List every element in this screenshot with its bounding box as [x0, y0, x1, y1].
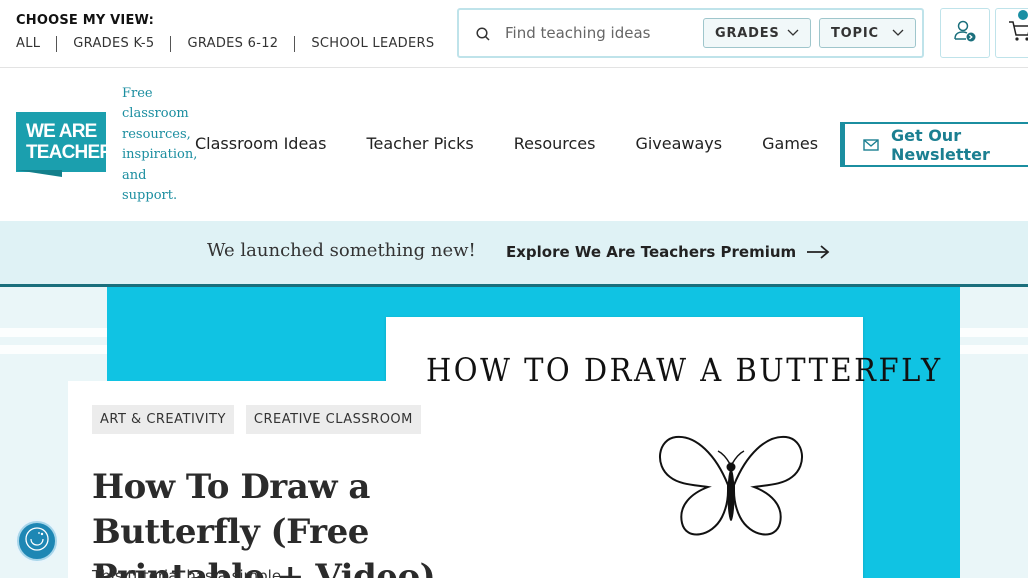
user-account-icon [953, 19, 977, 47]
premium-link[interactable]: Explore We Are Teachers Premium [506, 243, 830, 261]
nav-teacher-picks[interactable]: Teacher Picks [366, 134, 473, 153]
article-tags: ART & CREATIVITY CREATIVE CLASSROOM [92, 405, 433, 434]
mail-icon [863, 138, 879, 151]
logo-line-1: WE ARE [26, 121, 97, 142]
grades-filter-dropdown[interactable]: GRADES [703, 18, 811, 48]
promo-text: We launched something new! [207, 240, 476, 261]
article-hero-section: HOW TO DRAW A BUTTERFLY ART & CREATIVITY… [0, 287, 1028, 578]
nav-giveaways[interactable]: Giveaways [635, 134, 722, 153]
tag-art-creativity[interactable]: ART & CREATIVITY [92, 405, 234, 434]
search-bar: GRADES TOPIC [457, 8, 924, 58]
main-navigation: WE ARE TEACHERS Free classroom resources… [0, 68, 1028, 221]
article-header-card: ART & CREATIVITY CREATIVE CLASSROOM How … [68, 381, 553, 578]
topic-filter-label: TOPIC [831, 25, 879, 41]
cart-count-badge [1018, 10, 1028, 20]
view-selector: ALL GRADES K-5 GRADES 6-12 SCHOOL LEADER… [16, 36, 450, 52]
promo-banner: We launched something new! Explore We Ar… [0, 221, 1028, 287]
topic-filter-dropdown[interactable]: TOPIC [819, 18, 916, 48]
search-input[interactable] [505, 20, 695, 46]
view-selector-label: CHOOSE MY VIEW: [16, 13, 155, 28]
newsletter-signup-button[interactable]: Get Our Newsletter [840, 122, 1028, 167]
view-option-k5[interactable]: GRADES K-5 [56, 36, 170, 52]
account-button[interactable] [940, 8, 990, 58]
view-option-school-leaders[interactable]: SCHOOL LEADERS [294, 36, 450, 52]
nav-games[interactable]: Games [762, 134, 818, 153]
article-title: How To Draw a Butterfly (Free Printable … [92, 467, 436, 578]
top-utility-bar: CHOOSE MY VIEW: ALL GRADES K-5 GRADES 6-… [0, 0, 1028, 68]
cart-button[interactable] [995, 8, 1028, 58]
accessibility-icon [24, 526, 50, 556]
grades-filter-label: GRADES [715, 25, 780, 41]
article-intro: This tutorial has a simple... [92, 567, 296, 578]
primary-nav-links: Classroom Ideas Teacher Picks Resources … [195, 134, 858, 153]
logo-line-2: TEACHERS [26, 142, 125, 163]
view-option-6-12[interactable]: GRADES 6-12 [170, 36, 294, 52]
cart-icon [1008, 20, 1028, 46]
nav-resources[interactable]: Resources [514, 134, 596, 153]
chevron-down-icon [787, 26, 799, 41]
accessibility-widget-button[interactable] [17, 521, 57, 561]
butterfly-drawing [656, 425, 806, 549]
premium-link-label: Explore We Are Teachers Premium [506, 243, 797, 261]
view-option-all[interactable]: ALL [16, 36, 56, 52]
site-tagline: Free classroom resources, inspiration, a… [122, 86, 198, 204]
site-logo[interactable]: WE ARE TEACHERS [16, 112, 125, 172]
arrow-right-icon [806, 245, 830, 259]
chevron-down-icon [892, 26, 904, 41]
nav-classroom-ideas[interactable]: Classroom Ideas [195, 134, 326, 153]
search-icon[interactable] [476, 26, 490, 41]
tag-creative-classroom[interactable]: CREATIVE CLASSROOM [245, 405, 421, 434]
newsletter-label: Get Our Newsletter [891, 125, 990, 164]
